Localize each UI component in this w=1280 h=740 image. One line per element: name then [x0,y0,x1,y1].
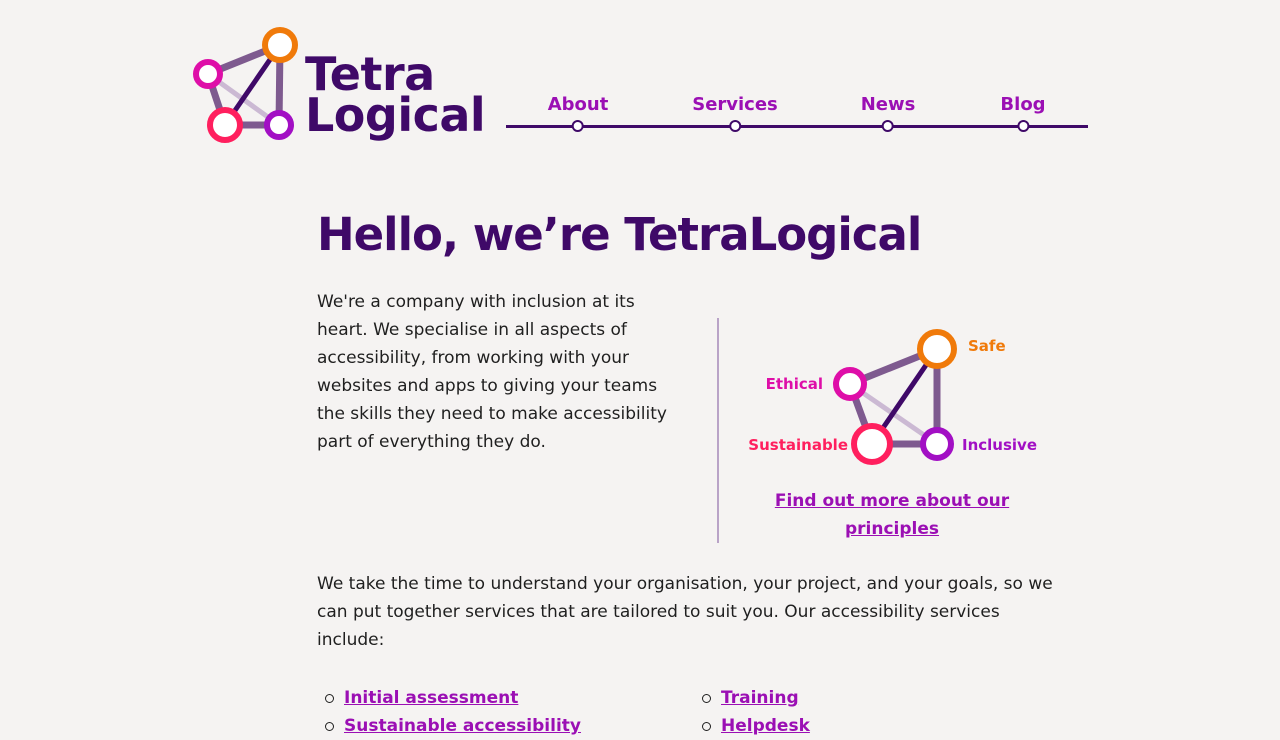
intro-paragraph: We're a company with inclusion at its he… [317,292,667,452]
service-link-initial-assessment[interactable]: Initial assessment [344,688,518,708]
list-item: Sustainable accessibility [317,712,581,740]
nav-link-blog[interactable]: Blog [1000,88,1045,122]
principles-diagram: Safe Ethical Sustainable Inclusive [748,329,1037,465]
ethical-node-icon [833,367,867,401]
label-inclusive: Inclusive [962,436,1037,454]
service-link-sustainable-accessibility[interactable]: Sustainable accessibility [344,716,581,736]
nav-item-services: Services [692,88,778,132]
list-item: Initial assessment [317,684,581,712]
nav-link-about[interactable]: About [548,88,609,122]
safe-node-icon [917,329,957,369]
nav-dot [882,120,894,132]
label-ethical: Ethical [766,375,823,393]
services-intro: We take the time to understand your orga… [317,574,1053,650]
divider [717,318,719,543]
main-nav: About Services News Blog [506,88,1088,138]
sustainable-node-icon [851,423,893,465]
service-link-helpdesk[interactable]: Helpdesk [721,716,810,736]
nav-link-news[interactable]: News [861,88,916,122]
nav-link-services[interactable]: Services [692,88,778,122]
logo-text-line2: Logical [305,88,486,142]
list-item: Helpdesk [694,712,810,740]
nav-dot [571,120,584,132]
services-list-left: Initial assessment Sustainable accessibi… [317,684,581,740]
nav-dot [728,120,741,132]
nav-item-news: News [861,88,916,132]
label-sustainable: Sustainable [748,436,848,454]
nav-line [506,125,1088,128]
page-title: Hello, we’re TetraLogical [317,208,922,261]
service-link-training[interactable]: Training [721,688,799,708]
nav-dot [1016,120,1029,132]
label-safe: Safe [968,337,1006,355]
inclusive-node-icon [920,427,954,461]
list-item: Training [694,684,810,712]
logo[interactable]: Tetra Logical [192,25,502,147]
nav-item-blog: Blog [1000,88,1046,132]
principles-link[interactable]: Find out more about our principles [762,487,1022,543]
logo-mark-icon [193,27,298,143]
services-list-right: Training Helpdesk [694,684,810,740]
nav-item-about: About [548,88,609,132]
